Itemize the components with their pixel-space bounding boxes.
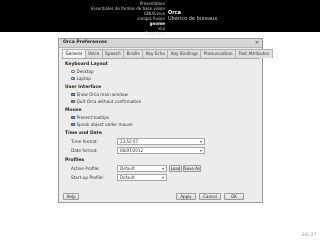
time-date-heading: Time and Date	[65, 131, 102, 136]
chevron-down-icon: ▾	[161, 175, 164, 180]
orca-preferences-dialog: Orca Preferences ✕ General Voice Speech …	[58, 38, 273, 203]
checkbox-label: Show Orca main window	[76, 92, 128, 97]
nav-section-list: Presentation Essentiales de formes de ba…	[91, 1, 165, 36]
nav-item[interactable]: Questions	[91, 31, 165, 36]
tab-key-echo[interactable]: Key Echo	[142, 49, 169, 58]
checkbox-speak-object-under-mouse[interactable]: Speak object under mouse	[71, 122, 133, 127]
time-format-value: 23:52:07	[120, 139, 138, 144]
tab-general[interactable]: General	[62, 49, 86, 58]
chevron-down-icon: ▾	[199, 148, 202, 153]
checkbox-label: Quit Orca without confirmation	[76, 99, 142, 104]
help-button[interactable]: Help	[63, 193, 79, 200]
close-icon[interactable]: ✕	[254, 40, 260, 46]
checkbox[interactable]	[71, 115, 75, 120]
startup-profile-label: Start-up Profile:	[71, 175, 104, 180]
date-format-value: 08/07/2012	[120, 148, 144, 153]
tab-pronunciation[interactable]: Pronunciation	[200, 49, 237, 58]
current-subsection-title: Ubérico de bureaux	[168, 16, 218, 22]
tab-braille[interactable]: Braille	[123, 49, 144, 58]
chevron-down-icon: ▾	[199, 139, 202, 144]
nav-current-section: Orca Ubérico de bureaux	[168, 10, 217, 22]
active-profile-value: Default	[120, 166, 135, 171]
radio-button-selected[interactable]	[71, 76, 75, 81]
radio-label: Laptop	[76, 76, 91, 81]
checkbox-present-tooltips[interactable]: Present tooltips	[71, 115, 109, 120]
save-as-button[interactable]: Save As	[183, 165, 201, 172]
dialog-button-bar: Help Apply Cancel OK	[59, 191, 262, 203]
checkbox[interactable]	[71, 99, 75, 104]
dialog-title: Orca Preferences	[63, 40, 107, 45]
apply-button[interactable]: Apply	[176, 193, 196, 200]
tab-text-attributes[interactable]: Text Attributes	[235, 49, 273, 58]
time-format-dropdown[interactable]: 23:52:07 ▾	[117, 138, 205, 145]
radio-laptop[interactable]: Laptop	[71, 76, 91, 81]
load-button[interactable]: Load	[169, 165, 182, 172]
profiles-heading: Profiles	[65, 158, 85, 163]
checkbox-label: Present tooltips	[76, 115, 110, 120]
dialog-titlebar[interactable]: Orca Preferences ✕	[59, 39, 262, 48]
radio-button[interactable]	[71, 69, 75, 74]
presentation-nav-bar: Presentation Essentiales de formes de ba…	[0, 0, 320, 36]
ok-button[interactable]: OK	[224, 193, 244, 200]
radio-label: Desktop	[76, 69, 94, 74]
date-format-label: Date format:	[71, 148, 98, 153]
checkbox[interactable]	[71, 122, 75, 127]
tab-voice[interactable]: Voice	[84, 49, 103, 58]
preferences-tabs: General Voice Speech Braille Key Echo Ke…	[62, 49, 273, 59]
chevron-down-icon: ▾	[161, 166, 164, 171]
startup-profile-dropdown[interactable]: Default ▾	[117, 174, 167, 181]
mouse-heading: Mouse	[65, 108, 82, 113]
checkbox-show-main-window[interactable]: Show Orca main window	[71, 92, 128, 97]
active-profile-dropdown[interactable]: Default ▾	[117, 165, 167, 172]
time-format-label: Time format:	[71, 139, 98, 144]
checkbox-quit-without-confirmation[interactable]: Quit Orca without confirmation	[71, 99, 141, 104]
date-format-dropdown[interactable]: 08/07/2012 ▾	[117, 147, 205, 154]
keyboard-layout-heading: Keyboard Layout	[65, 62, 108, 67]
checkbox[interactable]	[71, 92, 75, 97]
startup-profile-value: Default	[120, 175, 135, 180]
cancel-button[interactable]: Cancel	[199, 193, 221, 200]
checkbox-label: Speak object under mouse	[76, 122, 133, 127]
user-interface-heading: User Interface	[65, 85, 102, 90]
radio-desktop[interactable]: Desktop	[71, 69, 94, 74]
page-number: 24 / 27	[301, 232, 316, 237]
active-profile-label: Active Profile:	[71, 166, 100, 171]
tab-speech[interactable]: Speech	[101, 49, 125, 58]
tab-key-bindings[interactable]: Key Bindings	[167, 49, 202, 58]
